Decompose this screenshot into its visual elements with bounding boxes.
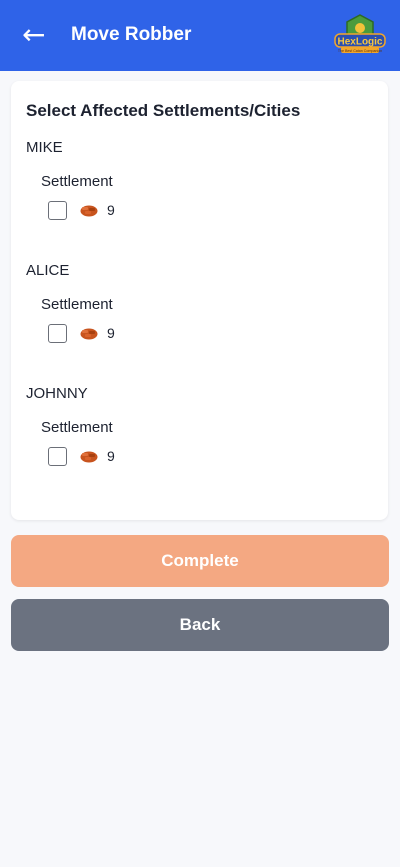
dice-number: 9 <box>107 202 115 218</box>
back-arrow-icon[interactable]: ← <box>22 21 50 50</box>
settlement-checkbox[interactable] <box>48 446 67 466</box>
svg-text:HexLogic: HexLogic <box>337 37 382 48</box>
player-name: MIKE <box>26 139 63 156</box>
player-section-mike: MIKE Settlement 9 <box>26 139 366 249</box>
settlement-option: 9 <box>48 322 115 344</box>
back-button[interactable]: Back <box>11 599 389 651</box>
dice-number: 9 <box>107 325 115 341</box>
player-name: JOHNNY <box>26 385 88 402</box>
settlement-option: 9 <box>48 199 115 221</box>
player-section-alice: ALICE Settlement 9 <box>26 262 366 372</box>
app-header: ← Move Robber HexLogic The Best Catan Co… <box>0 0 400 71</box>
svg-text:The Best Catan Companion: The Best Catan Companion <box>338 49 382 53</box>
player-section-johnny: JOHNNY Settlement 9 <box>26 385 366 495</box>
brick-icon <box>80 205 98 217</box>
complete-button[interactable]: Complete <box>11 535 389 587</box>
settlement-selection-card: Select Affected Settlements/Cities MIKE … <box>11 81 388 520</box>
building-type-label: Settlement <box>41 419 113 436</box>
building-type-label: Settlement <box>41 173 113 190</box>
brick-icon <box>80 451 98 463</box>
hexlogic-logo: HexLogic The Best Catan Companion <box>334 14 386 53</box>
brick-icon <box>80 328 98 340</box>
settlement-checkbox[interactable] <box>48 323 67 343</box>
player-name: ALICE <box>26 262 70 279</box>
card-title: Select Affected Settlements/Cities <box>26 101 301 120</box>
page-title: Move Robber <box>71 24 192 45</box>
building-type-label: Settlement <box>41 296 113 313</box>
dice-number: 9 <box>107 448 115 464</box>
settlement-checkbox[interactable] <box>48 200 67 220</box>
settlement-option: 9 <box>48 445 115 467</box>
